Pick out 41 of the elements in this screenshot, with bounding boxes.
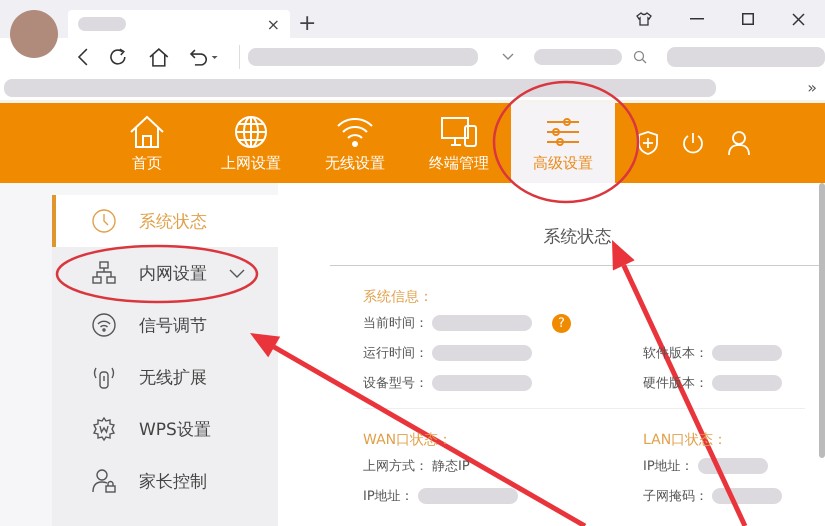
field-label: 设备型号：	[363, 375, 428, 392]
home-icon[interactable]	[148, 46, 170, 66]
new-tab-button[interactable]: +	[298, 11, 316, 36]
sidebar-item[interactable]: 内网设置	[52, 247, 278, 299]
avatar[interactable]	[10, 10, 58, 58]
address-field[interactable]	[238, 44, 514, 68]
network-icon	[91, 260, 117, 286]
field-label: 上网方式：	[363, 458, 428, 475]
search-field[interactable]	[534, 46, 648, 66]
chevron-down-icon[interactable]	[229, 268, 245, 278]
minimize-icon[interactable]	[690, 18, 704, 20]
gear-icon	[91, 416, 117, 442]
reload-icon[interactable]	[108, 46, 128, 66]
more-bookmarks-button[interactable]: »	[807, 78, 825, 97]
blurred-tab-title	[78, 17, 126, 31]
sidebar-item[interactable]: 家长控制	[52, 455, 278, 507]
field-label: 子网掩码：	[643, 488, 708, 505]
shield-icon[interactable]	[637, 130, 659, 156]
field-label: 当前时间：	[363, 315, 428, 332]
close-icon[interactable]	[792, 12, 805, 26]
signal-icon	[91, 312, 117, 338]
tab-close-button[interactable]: ×	[266, 14, 280, 34]
search-icon[interactable]	[633, 50, 648, 64]
undo-icon[interactable]	[189, 48, 219, 66]
back-icon[interactable]	[78, 48, 88, 66]
field-label: IP地址：	[643, 458, 694, 475]
shirt-icon[interactable]	[636, 12, 652, 26]
dropdown-caret-icon[interactable]	[502, 52, 514, 60]
page-title: 系统状态	[542, 226, 612, 249]
clock-icon	[91, 208, 117, 234]
browser-tab[interactable]: ×	[68, 10, 290, 38]
scrollbar[interactable]	[819, 183, 825, 458]
sidebar-item[interactable]: 无线扩展	[52, 351, 278, 403]
field-value: 静态IP	[432, 458, 470, 475]
maximize-icon[interactable]	[742, 13, 754, 25]
sidebar-item[interactable]: WPS设置	[52, 403, 278, 455]
sidebar-item[interactable]: 信号调节	[52, 299, 278, 351]
parent-icon	[91, 468, 117, 494]
section-heading: 系统信息：	[363, 288, 434, 307]
field-label: IP地址：	[363, 488, 414, 505]
field-label: 运行时间：	[363, 345, 428, 362]
